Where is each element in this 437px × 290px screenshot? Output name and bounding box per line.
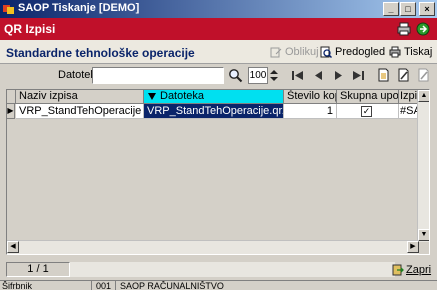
- preview-icon: [320, 46, 332, 58]
- column-header-izpis[interactable]: Izpis d: [399, 90, 419, 104]
- status-bar: Šifrbnik 001 SAOP RAČUNALNIŠTVO: [0, 280, 437, 290]
- door-exit-icon: [392, 264, 404, 275]
- close-button[interactable]: Zapri: [392, 262, 431, 277]
- zoom-level[interactable]: 100: [248, 67, 268, 84]
- toolbar: Standardne tehnološke operacije Oblikuj …: [0, 40, 437, 64]
- exit-icon[interactable]: [416, 22, 430, 36]
- first-record-icon[interactable]: [292, 71, 303, 80]
- status-company-code: 001: [94, 281, 116, 290]
- next-record-icon[interactable]: [334, 71, 343, 80]
- column-header-kopij[interactable]: Število kopij: [284, 90, 337, 104]
- reports-grid[interactable]: Naziv izpisa Datoteka Število kopij Skup…: [6, 89, 430, 255]
- scroll-up-button[interactable]: ▲: [418, 90, 429, 102]
- sort-desc-icon: [148, 93, 156, 100]
- cell-kopij[interactable]: 1: [284, 104, 337, 119]
- new-record-icon[interactable]: [377, 68, 390, 82]
- print-icon: [389, 46, 401, 58]
- delete-record-icon[interactable]: [417, 68, 430, 82]
- printer-icon[interactable]: [397, 22, 411, 36]
- close-label: Zapri: [406, 263, 432, 276]
- section-title: Standardne tehnološke operacije: [6, 46, 195, 60]
- cell-naziv[interactable]: VRP_StandTehOperacije: [16, 104, 144, 119]
- app-icon: [3, 5, 14, 14]
- maximize-button[interactable]: □: [400, 2, 416, 16]
- record-position: 1 / 1: [6, 262, 70, 277]
- vertical-scrollbar[interactable]: ▲ ▼: [417, 90, 429, 242]
- zoom-spinner-icon[interactable]: [269, 68, 279, 83]
- search-icon[interactable]: [228, 68, 243, 83]
- horizontal-scrollbar[interactable]: ◀ ▶: [7, 240, 419, 254]
- cell-datoteka[interactable]: VRP_StandTehOperacije.qr2: [144, 104, 284, 119]
- title-bar: SAOP Tiskanje [DEMO] _ □ ×: [0, 0, 437, 18]
- cell-izpis[interactable]: #SAOF: [399, 104, 419, 119]
- module-header: QR Izpisi: [0, 18, 437, 40]
- module-title: QR Izpisi: [4, 22, 56, 36]
- scroll-right-button[interactable]: ▶: [407, 241, 419, 253]
- print-label: Tiskaj: [404, 46, 433, 58]
- preview-label: Predogled: [335, 46, 386, 58]
- scroll-down-button[interactable]: ▼: [418, 229, 429, 241]
- filter-bar: Datoteka 100: [0, 64, 437, 86]
- shared-use-checkbox[interactable]: ✓: [361, 106, 372, 117]
- column-header-datoteka[interactable]: Datoteka: [144, 90, 284, 104]
- edit-record-icon[interactable]: [397, 68, 410, 82]
- column-header-datoteka-label: Datoteka: [160, 90, 205, 102]
- design-label: Oblikuj: [285, 46, 319, 58]
- column-header-naziv[interactable]: Naziv izpisa: [16, 90, 144, 104]
- status-company-name: SAOP RAČUNALNIŠTVO: [120, 281, 224, 290]
- window-title: SAOP Tiskanje [DEMO]: [18, 2, 140, 14]
- row-indicator[interactable]: ▶: [7, 104, 15, 119]
- status-module: Šifrbnik: [0, 281, 92, 290]
- design-icon: [270, 47, 282, 58]
- cell-skupna[interactable]: ✓: [337, 104, 399, 119]
- footer-strip: [70, 262, 395, 277]
- row-indicator-header: [7, 90, 16, 104]
- scroll-left-button[interactable]: ◀: [7, 241, 19, 253]
- last-record-icon[interactable]: [353, 71, 364, 80]
- print-button[interactable]: Tiskaj: [389, 45, 432, 59]
- close-window-button[interactable]: ×: [419, 2, 435, 16]
- minimize-button[interactable]: _: [383, 2, 399, 16]
- preview-button[interactable]: Predogled: [320, 45, 385, 59]
- previous-record-icon[interactable]: [314, 71, 323, 80]
- filter-input[interactable]: [92, 67, 224, 84]
- column-header-skupna[interactable]: Skupna uporaba: [337, 90, 399, 104]
- design-button[interactable]: Oblikuj: [270, 45, 319, 59]
